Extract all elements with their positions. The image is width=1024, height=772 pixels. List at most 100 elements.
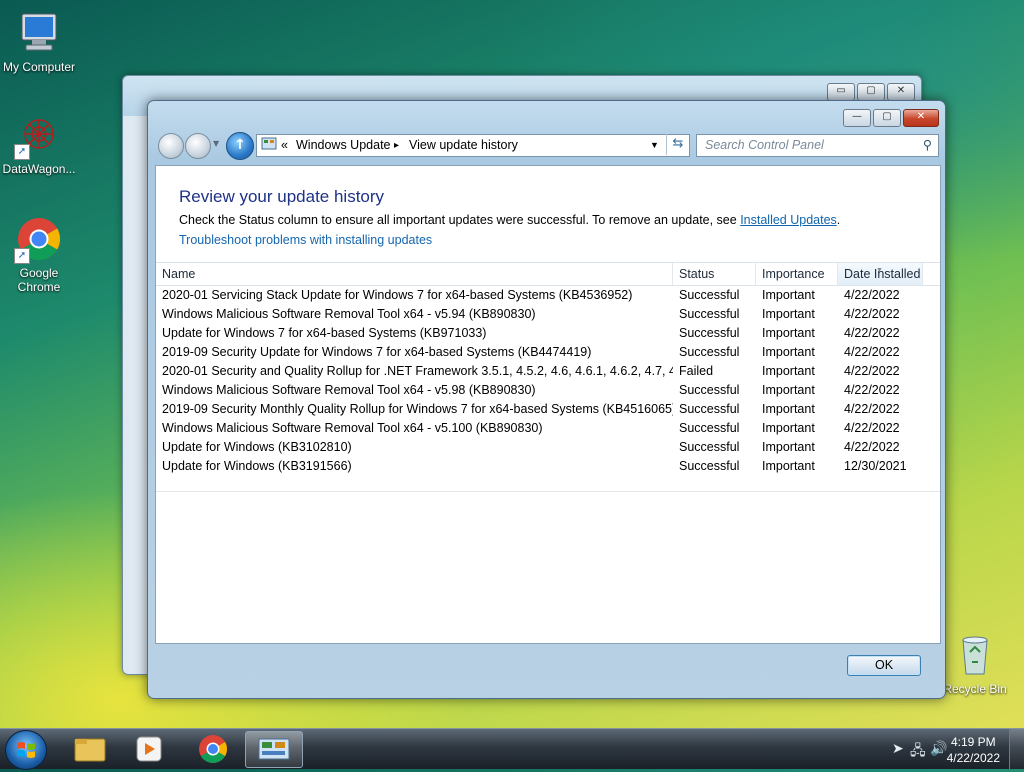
shortcut-arrow-icon: ➚ bbox=[14, 144, 30, 160]
update-history-window: — ▢ ✕ ▼ ↑ « Windows Update ▸ View update h… bbox=[147, 100, 946, 699]
cell-name: Windows Malicious Software Removal Tool … bbox=[162, 383, 536, 397]
cell-status: Successful bbox=[679, 288, 740, 302]
breadcrumb-separator-icon[interactable]: ▸ bbox=[394, 140, 399, 151]
clock-time: 4:19 PM bbox=[950, 735, 996, 749]
shortcut-arrow-icon: ➚ bbox=[14, 248, 30, 264]
breadcrumb-view-update-history[interactable]: View update history bbox=[409, 138, 518, 152]
taskbar-control-panel-button[interactable] bbox=[245, 731, 303, 768]
cell-date: 4/22/2022 bbox=[844, 326, 900, 340]
desktop-icon-label: DataWagon... bbox=[2, 162, 76, 176]
network-icon[interactable]: 🖧 bbox=[910, 740, 926, 764]
recent-pages-dropdown-icon[interactable]: ▼ bbox=[213, 139, 219, 148]
column-header-status[interactable]: Status bbox=[673, 263, 756, 285]
cell-importance: Important bbox=[762, 440, 815, 454]
table-header: Name Status Importance ▼ Date Installed bbox=[156, 262, 940, 286]
table-row[interactable]: Windows Malicious Software Removal Tool … bbox=[156, 381, 940, 400]
breadcrumb-windows-update[interactable]: Windows Update bbox=[296, 138, 391, 152]
cell-status: Successful bbox=[679, 421, 740, 435]
clock[interactable]: 4:19 PM 4/22/2022 bbox=[947, 734, 1000, 766]
search-icon[interactable]: ⚲ bbox=[923, 137, 932, 152]
clock-date: 4/22/2022 bbox=[946, 751, 1000, 765]
cell-status: Successful bbox=[679, 383, 740, 397]
description-text: Check the Status column to ensure all im… bbox=[179, 213, 840, 227]
up-button[interactable]: ↑ bbox=[226, 132, 254, 160]
cell-name: Update for Windows 7 for x64-based Syste… bbox=[162, 326, 487, 340]
sort-arrow-icon: ▼ bbox=[876, 267, 883, 274]
close-icon[interactable]: ✕ bbox=[887, 83, 915, 101]
table-row[interactable]: Windows Malicious Software Removal Tool … bbox=[156, 419, 940, 438]
maximize-button[interactable]: ▢ bbox=[873, 109, 901, 127]
ok-button[interactable]: OK bbox=[847, 655, 921, 676]
forward-button[interactable] bbox=[185, 133, 211, 159]
troubleshoot-link[interactable]: Troubleshoot problems with installing up… bbox=[179, 233, 432, 247]
cell-status: Successful bbox=[679, 402, 740, 416]
cursor-icon: ➤ bbox=[892, 740, 904, 756]
desktop-icon-datawagon[interactable]: ➚ DataWagon... bbox=[0, 112, 78, 176]
address-bar[interactable]: « Windows Update ▸ View update history ▼ bbox=[256, 134, 690, 157]
cell-status: Successful bbox=[679, 345, 740, 359]
taskbar-explorer-button[interactable] bbox=[62, 731, 118, 766]
background-window-controls: ▭ ▢ ✕ bbox=[825, 82, 915, 101]
cell-importance: Important bbox=[762, 326, 815, 340]
page-title: Review your update history bbox=[179, 187, 385, 206]
datawagon-icon: ➚ bbox=[14, 112, 62, 160]
system-tray: ➤ 🖧 🔊 4:19 PM 4/22/2022 bbox=[864, 729, 1024, 769]
cell-name: 2020-01 Security and Quality Rollup for … bbox=[162, 364, 673, 378]
content-pane: Review your update history Check the Sta… bbox=[155, 165, 941, 644]
column-header-date-installed[interactable]: ▼ Date Installed bbox=[838, 263, 923, 285]
show-desktop-button[interactable] bbox=[1009, 729, 1024, 769]
taskbar-chrome-button[interactable] bbox=[185, 731, 241, 766]
maximize-icon[interactable]: ▢ bbox=[857, 83, 885, 101]
computer-icon bbox=[16, 10, 62, 56]
breadcrumb-chevrons[interactable]: « bbox=[281, 138, 288, 152]
cell-date: 4/22/2022 bbox=[844, 440, 900, 454]
table-row[interactable]: 2019-09 Security Monthly Quality Rollup … bbox=[156, 400, 940, 419]
cell-status: Successful bbox=[679, 307, 740, 321]
refresh-button[interactable]: ⇆ bbox=[666, 134, 689, 155]
table-row[interactable]: Update for Windows 7 for x64-based Syste… bbox=[156, 324, 940, 343]
back-button[interactable] bbox=[158, 133, 184, 159]
column-header-name[interactable]: Name bbox=[156, 263, 673, 285]
search-placeholder: Search Control Panel bbox=[705, 138, 824, 152]
cell-importance: Important bbox=[762, 288, 815, 302]
cell-status: Failed bbox=[679, 364, 714, 378]
desktop-icon-google-chrome[interactable]: ➚ Google Chrome bbox=[0, 216, 78, 294]
start-button[interactable] bbox=[5, 730, 47, 770]
table-row[interactable]: 2020-01 Servicing Stack Update for Windo… bbox=[156, 286, 940, 305]
table-row[interactable]: Update for Windows (KB3102810) Successful… bbox=[156, 438, 940, 457]
cell-name: 2020-01 Servicing Stack Update for Windo… bbox=[162, 288, 633, 302]
description-prefix: Check the Status column to ensure all im… bbox=[179, 213, 741, 227]
table-row[interactable]: Update for Windows (KB3191566) Successful… bbox=[156, 457, 940, 476]
taskbar: ➤ 🖧 🔊 4:19 PM 4/22/2022 bbox=[0, 728, 1024, 770]
cell-importance: Important bbox=[762, 402, 815, 416]
address-dropdown-icon[interactable]: ▼ bbox=[650, 140, 659, 150]
chrome-icon bbox=[199, 735, 227, 763]
minimize-button[interactable]: — bbox=[843, 109, 871, 127]
cell-date: 12/30/2021 bbox=[844, 459, 907, 473]
installed-updates-link[interactable]: Installed Updates bbox=[740, 213, 837, 227]
cell-status: Successful bbox=[679, 440, 740, 454]
cell-date: 4/22/2022 bbox=[844, 402, 900, 416]
recycle-bin-icon bbox=[952, 632, 998, 678]
cell-status: Successful bbox=[679, 326, 740, 340]
cell-importance: Important bbox=[762, 459, 815, 473]
taskbar-media-player-button[interactable] bbox=[121, 731, 177, 766]
column-header-importance[interactable]: Importance bbox=[756, 263, 838, 285]
table-row[interactable]: 2019-09 Security Update for Windows 7 fo… bbox=[156, 343, 940, 362]
cell-name: Windows Malicious Software Removal Tool … bbox=[162, 421, 543, 435]
desktop-icon-recycle-bin[interactable]: Recycle Bin bbox=[936, 632, 1014, 696]
minimize-icon[interactable]: ▭ bbox=[827, 83, 855, 101]
cell-importance: Important bbox=[762, 383, 815, 397]
volume-icon[interactable]: 🔊 bbox=[930, 740, 947, 757]
table-body: 2020-01 Servicing Stack Update for Windo… bbox=[156, 286, 940, 476]
cell-date: 4/22/2022 bbox=[844, 345, 900, 359]
table-row[interactable]: 2020-01 Security and Quality Rollup for … bbox=[156, 362, 940, 381]
close-button[interactable]: ✕ bbox=[903, 109, 939, 127]
window-controls: — ▢ ✕ bbox=[841, 108, 939, 127]
cell-name: Update for Windows (KB3191566) bbox=[162, 459, 352, 473]
table-row[interactable]: Windows Malicious Software Removal Tool … bbox=[156, 305, 940, 324]
desktop-icon-label: Recycle Bin bbox=[943, 682, 1007, 696]
desktop-icon-my-computer[interactable]: My Computer bbox=[0, 10, 78, 74]
cell-importance: Important bbox=[762, 345, 815, 359]
search-input[interactable]: Search Control Panel ⚲ bbox=[696, 134, 939, 157]
